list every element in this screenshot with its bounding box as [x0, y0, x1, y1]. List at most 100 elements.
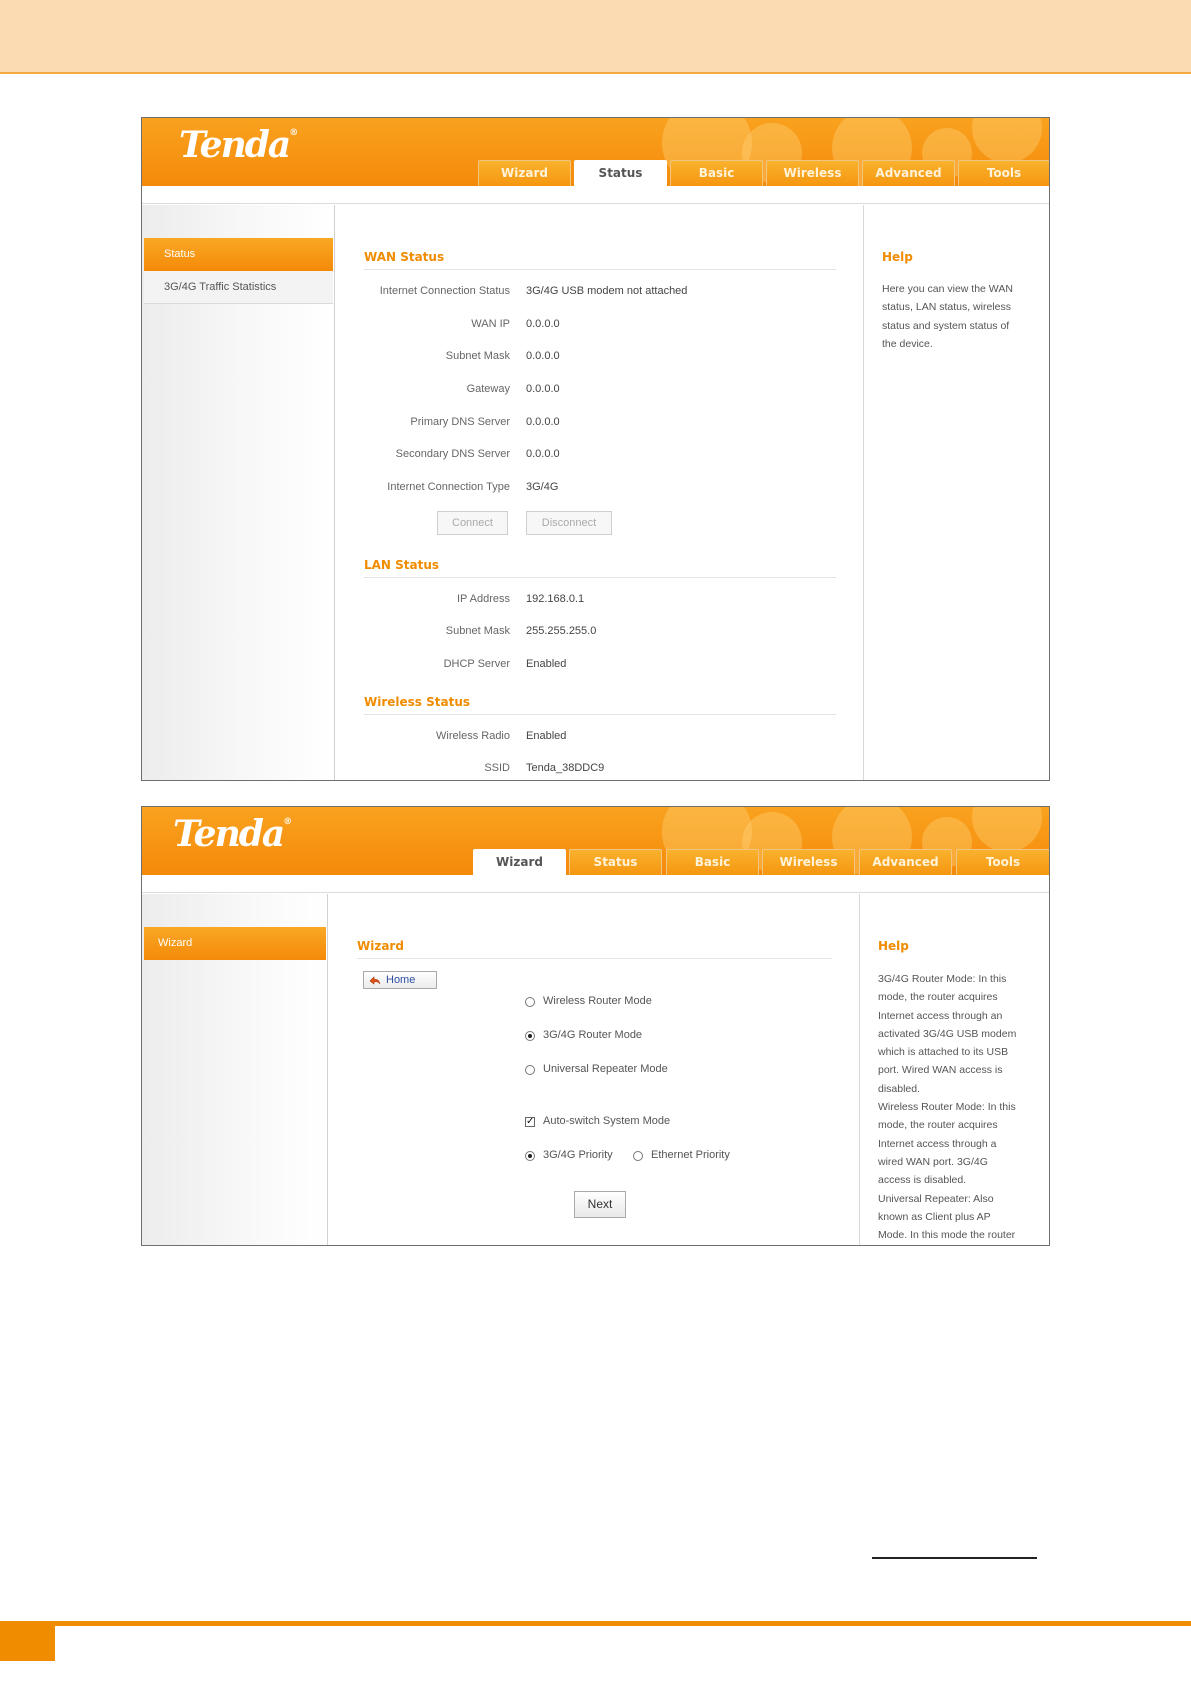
3g4g-router-mode-label[interactable]: 3G/4G Router Mode [543, 1029, 642, 1041]
sidebar: Wizard [142, 894, 328, 1245]
banner-underbar [142, 875, 1049, 893]
status-screenshot: Tenda® Wizard Status Basic Wireless Adva… [141, 117, 1050, 781]
lan-ip-value: 192.168.0.1 [526, 593, 585, 605]
help-line: status, LAN status, wireless [882, 301, 1011, 314]
tab-tools[interactable]: Tools [958, 160, 1049, 186]
tab-wireless[interactable]: Wireless [766, 160, 859, 186]
banner-decoration [972, 118, 1042, 163]
gateway-label: Gateway [466, 383, 510, 395]
3g4g-priority-label[interactable]: 3G/4G Priority [543, 1149, 613, 1161]
sidebar: Status 3G/4G Traffic Statistics [142, 205, 335, 780]
help-line: activated 3G/4G USB modem [878, 1027, 1017, 1040]
top-banner: Tenda® Wizard Status Basic Wireless Adva… [142, 807, 1049, 875]
secondary-dns-label: Secondary DNS Server [395, 448, 510, 460]
wireless-status-title: Wireless Status [364, 695, 471, 709]
ethernet-priority-label[interactable]: Ethernet Priority [651, 1149, 730, 1161]
3g4g-router-mode-radio[interactable] [525, 1031, 535, 1041]
sidebar-item-status[interactable]: Status [144, 238, 333, 271]
connection-type-label: Internet Connection Type [387, 481, 510, 493]
help-line: the device. [882, 337, 933, 350]
help-line: disabled. [878, 1082, 921, 1095]
section-divider [357, 958, 832, 959]
primary-dns-value: 0.0.0.0 [526, 416, 560, 428]
wizard-screenshot: Tenda® Wizard Status Basic Wireless Adva… [141, 806, 1050, 1246]
ethernet-priority-radio[interactable] [633, 1151, 643, 1161]
wan-status-title: WAN Status [364, 250, 445, 264]
top-banner: Tenda® Wizard Status Basic Wireless Adva… [142, 118, 1049, 186]
help-title: Help [878, 939, 909, 953]
help-line: which is attached to its USB [878, 1046, 1009, 1059]
help-line: Mode. In this mode the router [878, 1229, 1016, 1242]
tenda-logo: Tenda® [173, 813, 292, 855]
wizard-title: Wizard [357, 939, 404, 953]
lan-ip-label: IP Address [457, 593, 510, 605]
registered-mark: ® [289, 128, 299, 138]
page-header-band [0, 0, 1191, 74]
footer-divider [872, 1557, 1037, 1559]
help-line: wired WAN port. 3G/4G [878, 1155, 988, 1168]
help-panel: Help 3G/4G Router Mode: In this mode, th… [859, 894, 1049, 1245]
tab-basic[interactable]: Basic [666, 849, 759, 875]
help-panel: Help Here you can view the WAN status, L… [863, 205, 1049, 780]
section-divider [364, 269, 836, 270]
help-text: 3G/4G Router Mode: In this mode, the rou… [878, 970, 1016, 1244]
registered-mark: ® [283, 817, 293, 827]
ssid-label: SSID [484, 762, 510, 774]
auto-switch-checkbox[interactable]: ✓ [525, 1117, 535, 1127]
sidebar-item-traffic-statistics[interactable]: 3G/4G Traffic Statistics [144, 271, 333, 304]
help-line: Internet access through an [878, 1009, 1003, 1022]
tab-status[interactable]: Status [574, 160, 667, 186]
tab-basic[interactable]: Basic [670, 160, 763, 186]
auto-switch-label[interactable]: Auto-switch System Mode [543, 1115, 670, 1127]
dhcp-server-label: DHCP Server [443, 658, 510, 670]
banner-decoration [972, 807, 1042, 852]
lan-subnet-mask-value: 255.255.255.0 [526, 625, 597, 637]
wireless-radio-label: Wireless Radio [436, 730, 510, 742]
section-divider [364, 714, 836, 715]
help-line: mode, the router acquires [878, 1119, 998, 1132]
help-line: port. Wired WAN access is [878, 1064, 1003, 1077]
logo-text: Tenda [173, 813, 285, 855]
help-line: Internet access through a [878, 1137, 997, 1150]
connection-type-value: 3G/4G [526, 481, 559, 493]
universal-repeater-mode-radio[interactable] [525, 1065, 535, 1075]
dhcp-server-value: Enabled [526, 658, 567, 670]
lan-status-title: LAN Status [364, 558, 440, 572]
help-line: 3G/4G Router Mode: In this [878, 973, 1007, 985]
wan-subnet-mask-value: 0.0.0.0 [526, 350, 560, 362]
banner-underbar [142, 186, 1049, 204]
internet-connection-status-value: 3G/4G USB modem not attached [526, 285, 688, 297]
internet-connection-status-label: Internet Connection Status [379, 285, 510, 297]
tab-advanced[interactable]: Advanced [859, 849, 952, 875]
tab-status[interactable]: Status [569, 849, 662, 875]
secondary-dns-value: 0.0.0.0 [526, 448, 560, 460]
wan-subnet-mask-label: Subnet Mask [445, 350, 510, 362]
help-line: status and system status of [882, 319, 1010, 332]
connect-button[interactable]: Connect [437, 511, 508, 535]
help-title: Help [882, 250, 913, 264]
disconnect-button[interactable]: Disconnect [526, 511, 612, 535]
next-button[interactable]: Next [574, 1191, 626, 1218]
sidebar-item-wizard[interactable]: Wizard [144, 927, 326, 960]
back-arrow-icon [369, 976, 381, 985]
3g4g-priority-radio[interactable] [525, 1151, 535, 1161]
wireless-radio-value: Enabled [526, 730, 567, 742]
wan-ip-label: WAN IP [471, 318, 510, 330]
tab-wireless[interactable]: Wireless [762, 849, 855, 875]
ssid-value: Tenda_38DDC9 [526, 762, 605, 774]
home-button[interactable]: Home [363, 971, 437, 989]
help-line: access is disabled. [878, 1174, 967, 1187]
help-line: Universal Repeater: Also [878, 1192, 994, 1205]
primary-dns-label: Primary DNS Server [410, 416, 510, 428]
wireless-router-mode-radio[interactable] [525, 997, 535, 1007]
universal-repeater-mode-label[interactable]: Universal Repeater Mode [543, 1063, 668, 1075]
help-text: Here you can view the WAN status, LAN st… [882, 280, 1013, 353]
wan-ip-value: 0.0.0.0 [526, 318, 560, 330]
logo-text: Tenda [179, 124, 291, 166]
help-line: known as Client plus AP [878, 1210, 991, 1223]
wireless-router-mode-label[interactable]: Wireless Router Mode [543, 995, 652, 1007]
tab-wizard[interactable]: Wizard [478, 160, 571, 186]
tab-wizard[interactable]: Wizard [473, 849, 566, 875]
tab-tools[interactable]: Tools [956, 849, 1049, 875]
tab-advanced[interactable]: Advanced [862, 160, 955, 186]
